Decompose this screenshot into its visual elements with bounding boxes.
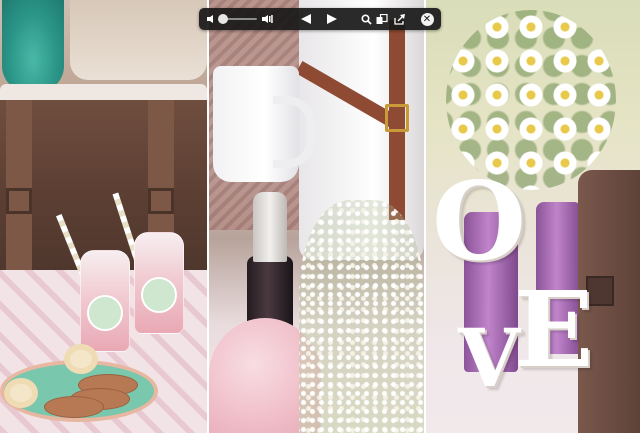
triangle-right-icon bbox=[327, 14, 337, 24]
box-arrow-icon bbox=[394, 13, 405, 25]
bottle-label bbox=[87, 295, 123, 331]
wooden-letter-o: O bbox=[432, 159, 527, 285]
share-button[interactable] bbox=[392, 8, 408, 30]
suitcase-buckle bbox=[148, 188, 174, 214]
bottle-label bbox=[141, 277, 177, 313]
next-photo-button[interactable] bbox=[323, 8, 341, 30]
triangle-left-icon bbox=[301, 14, 311, 24]
photo-panel-left bbox=[0, 0, 207, 433]
photo-panel-right: O V E bbox=[426, 0, 640, 433]
magnifier-icon bbox=[360, 13, 372, 25]
green-glass-bottle bbox=[2, 0, 64, 92]
slideshow-toolbar: ✕ bbox=[199, 8, 441, 30]
donut-cookie bbox=[64, 344, 98, 374]
photo-slideshow-viewer: O V E ✕ bbox=[0, 0, 640, 433]
babys-breath-flowers bbox=[299, 200, 424, 433]
donut-cookie bbox=[4, 378, 38, 408]
index-sheet-button[interactable] bbox=[375, 8, 389, 30]
wooden-letter-v: V bbox=[458, 311, 521, 405]
suitcase-strap bbox=[6, 100, 32, 270]
speaker-loud-icon[interactable] bbox=[261, 8, 273, 30]
speaker-quiet-icon[interactable] bbox=[205, 8, 217, 30]
lace-fabric bbox=[70, 0, 207, 80]
mug-handle bbox=[273, 96, 315, 168]
wooden-letter-e: E bbox=[514, 268, 594, 391]
cookie bbox=[44, 396, 104, 418]
x-circle-icon: ✕ bbox=[420, 12, 434, 26]
speaker-loud-icon-glyph bbox=[261, 15, 273, 23]
zoom-button[interactable] bbox=[359, 8, 373, 30]
previous-photo-button[interactable] bbox=[297, 8, 315, 30]
brass-buckle bbox=[385, 104, 409, 132]
wine-bottle-foil bbox=[253, 192, 287, 262]
milk-bottle bbox=[80, 250, 130, 352]
milk-bottle bbox=[134, 232, 184, 334]
close-button[interactable]: ✕ bbox=[419, 8, 435, 30]
speaker-quiet-icon-glyph bbox=[207, 15, 213, 23]
stacked-squares-icon bbox=[376, 13, 388, 24]
suitcase-buckle bbox=[6, 188, 32, 214]
volume-slider-thumb[interactable] bbox=[217, 14, 228, 24]
photo-panel-middle bbox=[209, 0, 424, 433]
